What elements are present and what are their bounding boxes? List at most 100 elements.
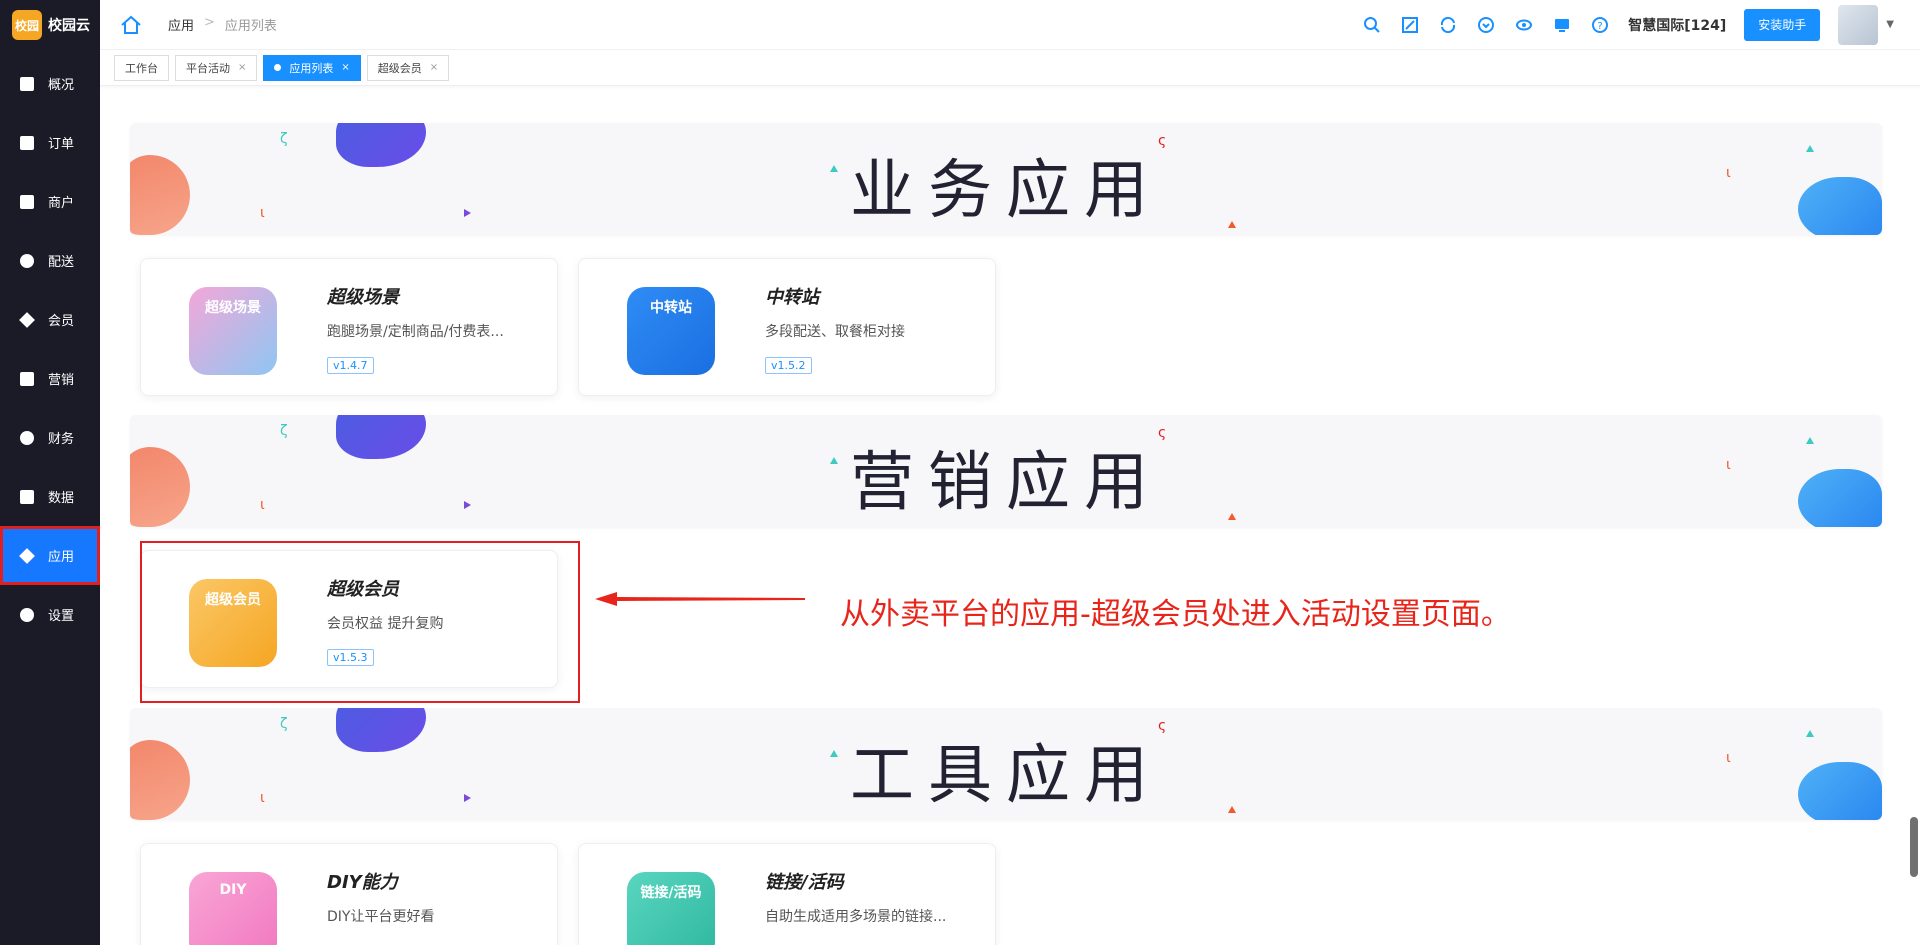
- app-name: 中转站: [765, 287, 819, 308]
- diamond-icon: [19, 311, 35, 328]
- caret-down-icon[interactable]: ▼: [1886, 19, 1894, 30]
- sidebar-item-label: 营销: [48, 373, 75, 388]
- fullscreen-icon[interactable]: [1400, 15, 1420, 35]
- annotation-text: 从外卖平台的应用-超级会员处进入活动设置页面。: [840, 597, 1511, 632]
- delivery-icon: [20, 253, 34, 268]
- app-icon-label: 链接/活码: [640, 885, 702, 901]
- top-header: 应用 > 应用列表 ? 智慧国际[124] 安装助手 ▼: [100, 0, 1920, 50]
- sidebar-item-marketing[interactable]: 营销: [0, 349, 100, 408]
- app-card-link-code[interactable]: 链接/活码 链接/活码 自助生成适用多场景的链接...: [578, 843, 996, 945]
- sidebar-item-label: 配送: [48, 255, 75, 270]
- sidebar-item-settings[interactable]: 设置: [0, 585, 100, 644]
- tab-platform-activity[interactable]: 平台活动 ×: [175, 54, 258, 81]
- money-bag-icon: [20, 430, 34, 445]
- section-title: 业务应用: [850, 154, 1162, 228]
- app-version-badge: v1.5.2: [765, 357, 812, 374]
- link-code-app-icon: 链接/活码: [627, 872, 715, 945]
- avatar[interactable]: [1838, 4, 1879, 45]
- section-banner-marketing: ζ ς ι ι 营销应用: [130, 415, 1882, 527]
- breadcrumb-item[interactable]: 应用: [168, 15, 194, 34]
- sidebar-item-label: 设置: [48, 609, 75, 624]
- main-content: ζ ς ι ι 业务应用 超级场景 超级场景 跑腿场景/定制商品/付费表... …: [100, 87, 1920, 945]
- app-desc: DIY让平台更好看: [327, 909, 435, 925]
- app-name: DIY能力: [327, 872, 398, 893]
- tab-workbench[interactable]: 工作台: [114, 54, 169, 81]
- close-icon[interactable]: ×: [238, 62, 246, 73]
- annotation-arrow-icon: [595, 592, 805, 606]
- sidebar-nav: 概况 订单 商户 配送 会员 营销 财务 数据 应用 设置: [0, 54, 100, 644]
- close-icon[interactable]: ×: [341, 62, 349, 73]
- org-name[interactable]: 智慧国际[124]: [1628, 15, 1726, 35]
- logo-badge: 校园: [12, 10, 42, 40]
- tab-label: 应用列表: [289, 61, 334, 75]
- tab-label: 超级会员: [377, 61, 422, 75]
- section-banner-tools: ζ ς ι ι 工具应用: [130, 708, 1882, 820]
- screen-icon[interactable]: [1552, 15, 1572, 35]
- dropdown-circle-icon[interactable]: [1476, 15, 1496, 35]
- monitor-icon: [20, 76, 34, 91]
- brand-name: 校园云: [48, 18, 90, 34]
- breadcrumb: 应用 > 应用列表: [168, 15, 277, 34]
- section-title: 营销应用: [850, 446, 1162, 520]
- sidebar-item-delivery[interactable]: 配送: [0, 231, 100, 290]
- close-icon[interactable]: ×: [430, 62, 438, 73]
- sidebar-item-merchants[interactable]: 商户: [0, 172, 100, 231]
- cube-icon: [19, 547, 35, 564]
- sidebar-item-label: 会员: [48, 314, 75, 329]
- refresh-icon[interactable]: [1438, 15, 1458, 35]
- app-version-badge: v1.4.7: [327, 357, 374, 374]
- sidebar-item-label: 财务: [48, 432, 75, 447]
- sidebar-item-label: 商户: [48, 196, 75, 211]
- sidebar-item-label: 应用: [48, 550, 75, 565]
- svg-text:?: ?: [1598, 21, 1603, 32]
- order-icon: [20, 135, 34, 150]
- tab-label: 工作台: [125, 61, 158, 75]
- app-icon-label: 超级场景: [205, 300, 261, 316]
- app-icon-label: 中转站: [650, 300, 692, 316]
- super-scene-app-icon: 超级场景: [189, 287, 277, 375]
- app-icon-label: DIY: [219, 882, 247, 898]
- tab-label: 平台活动: [186, 61, 230, 75]
- help-icon[interactable]: ?: [1590, 15, 1610, 35]
- sidebar-item-label: 概况: [48, 78, 75, 93]
- chart-icon: [20, 489, 34, 504]
- app-desc: 自助生成适用多场景的链接...: [765, 909, 947, 925]
- sidebar-item-data[interactable]: 数据: [0, 467, 100, 526]
- app-card-transfer-station[interactable]: 中转站 中转站 多段配送、取餐柜对接 v1.5.2: [578, 258, 996, 396]
- search-icon[interactable]: [1362, 15, 1382, 35]
- shop-icon: [20, 194, 34, 209]
- tab-app-list[interactable]: 应用列表 ×: [263, 54, 361, 81]
- app-name: 链接/活码: [765, 872, 844, 893]
- breadcrumb-current: 应用列表: [224, 19, 277, 34]
- sidebar-item-members[interactable]: 会员: [0, 290, 100, 349]
- section-banner-business: ζ ς ι ι 业务应用: [130, 123, 1882, 235]
- sidebar-item-finance[interactable]: 财务: [0, 408, 100, 467]
- sidebar-item-label: 订单: [48, 137, 75, 152]
- app-card-super-scene[interactable]: 超级场景 超级场景 跑腿场景/定制商品/付费表... v1.4.7: [140, 258, 558, 396]
- home-icon[interactable]: [120, 15, 142, 35]
- sidebar: 校园 校园云 概况 订单 商户 配送 会员 营销 财务 数据 应用 设置: [0, 0, 100, 945]
- app-desc: 多段配送、取餐柜对接: [765, 324, 905, 340]
- ticket-icon: [20, 371, 34, 386]
- scrollbar-thumb[interactable]: [1910, 817, 1918, 877]
- brand-logo[interactable]: 校园 校园云: [0, 0, 100, 50]
- gear-icon: [20, 607, 34, 622]
- sidebar-item-orders[interactable]: 订单: [0, 113, 100, 172]
- page-tabs: 工作台 平台活动 × 应用列表 × 超级会员 ×: [100, 50, 1920, 86]
- header-actions: ? 智慧国际[124] 安装助手 ▼: [1362, 4, 1920, 45]
- transfer-station-app-icon: 中转站: [627, 287, 715, 375]
- diy-app-icon: DIY: [189, 872, 277, 945]
- app-desc: 跑腿场景/定制商品/付费表...: [327, 324, 504, 340]
- highlight-box: [140, 541, 580, 703]
- tab-super-member[interactable]: 超级会员 ×: [366, 54, 450, 81]
- sidebar-item-apps[interactable]: 应用: [0, 526, 100, 585]
- active-dot-icon: [274, 64, 282, 71]
- sidebar-item-overview[interactable]: 概况: [0, 54, 100, 113]
- install-assistant-button[interactable]: 安装助手: [1744, 8, 1821, 41]
- breadcrumb-separator-icon: >: [204, 15, 215, 30]
- app-name: 超级场景: [327, 287, 399, 308]
- sidebar-item-label: 数据: [48, 491, 75, 506]
- app-card-diy[interactable]: DIY DIY能力 DIY让平台更好看: [140, 843, 558, 945]
- eye-icon[interactable]: [1514, 15, 1534, 35]
- section-title: 工具应用: [850, 739, 1162, 813]
